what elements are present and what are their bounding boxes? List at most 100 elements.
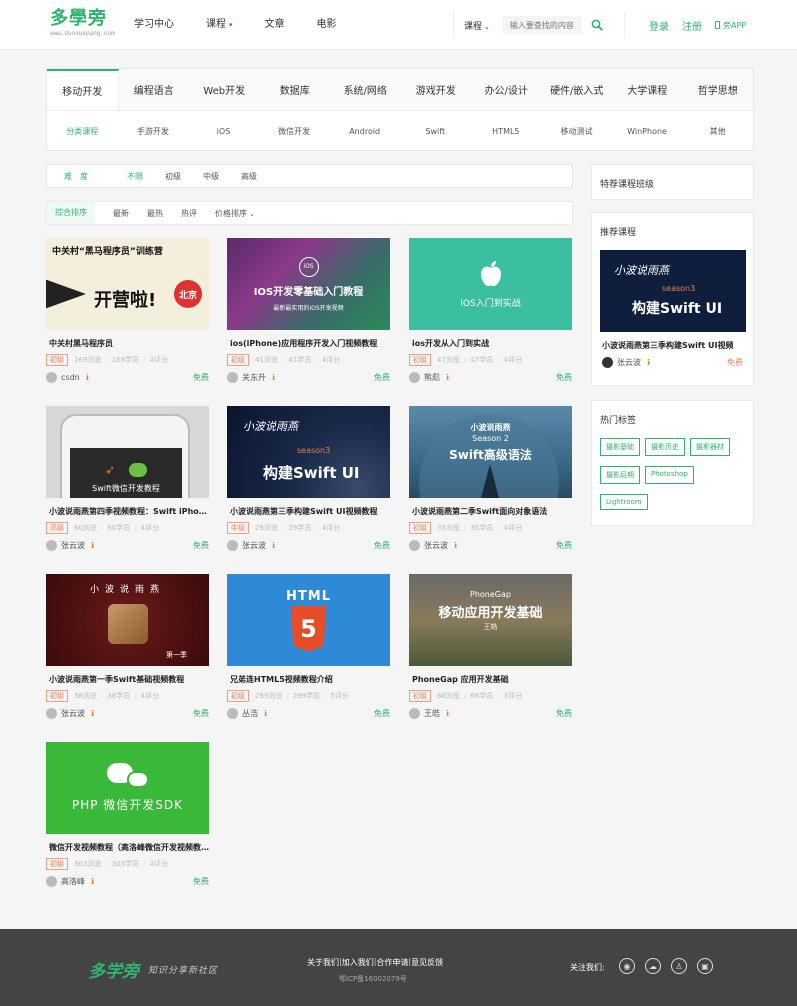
footer-link-cooperate[interactable]: 合作申请 xyxy=(376,957,408,968)
difficulty-beginner[interactable]: 初级 xyxy=(165,171,181,182)
subcategory-item[interactable]: Swift xyxy=(400,127,471,136)
avatar[interactable] xyxy=(46,372,57,383)
course-card[interactable]: iOS IOS开发零基础入门教程 最新最实用的IOS开发视频 ios(iPhon… xyxy=(227,238,390,394)
course-title[interactable]: 兄弟连HTML5视频教程介绍 xyxy=(227,674,390,685)
tab-web-dev[interactable]: Web开发 xyxy=(189,69,260,110)
app-icon[interactable]: ▣ xyxy=(697,958,713,974)
tab-hardware[interactable]: 硬件/嵌入式 xyxy=(542,69,613,110)
difficulty-advanced[interactable]: 高级 xyxy=(241,171,257,182)
tag-item[interactable]: 摄影后期 xyxy=(600,466,640,484)
tab-mobile-dev[interactable]: 移动开发 xyxy=(47,69,119,110)
avatar[interactable] xyxy=(602,357,613,368)
qq-icon[interactable]: ♙ xyxy=(671,958,687,974)
register-link[interactable]: 注册 xyxy=(682,18,702,33)
course-title[interactable]: 小波说雨燕第四季视频教程：Swift iPhone xyxy=(46,506,209,517)
course-thumbnail[interactable]: PHP 微信开发SDK xyxy=(46,742,209,834)
sort-newest[interactable]: 最新 xyxy=(113,208,129,219)
course-title[interactable]: ios开发从入门到实战 xyxy=(409,338,572,349)
author-name[interactable]: 张云波 xyxy=(61,540,85,551)
course-thumbnail[interactable]: 中关村“黑马程序员”训练营 开营啦! 北京 xyxy=(46,238,209,330)
tag-item[interactable]: Photoshop xyxy=(645,466,694,484)
course-title[interactable]: 小波说雨燕第二季Swift面向对象语法 xyxy=(409,506,572,517)
sort-price[interactable]: 价格排序 ⌄ xyxy=(215,208,255,219)
course-thumbnail[interactable]: PhoneGap 移动应用开发基础 王皓 xyxy=(409,574,572,666)
course-card[interactable]: IOS入门到实战 ios开发从入门到实战 初级 47浏览/ 47学员/ 4评分 … xyxy=(409,238,572,394)
nav-articles[interactable]: 文章 xyxy=(265,17,285,33)
weibo-icon[interactable]: ◉ xyxy=(619,958,635,974)
course-title[interactable]: ios(iPhone)应用程序开发入门视频教程 xyxy=(227,338,390,349)
footer-logo[interactable]: 多学旁 xyxy=(88,957,139,982)
author-name[interactable]: 熊彪 xyxy=(424,372,440,383)
author-name[interactable]: 丛浩 xyxy=(242,708,258,719)
site-logo[interactable]: 多學旁 www.duoxuepang.com xyxy=(50,8,115,42)
sort-top-rated[interactable]: 热评 xyxy=(181,208,197,219)
course-card[interactable]: PhoneGap 移动应用开发基础 王皓 PhoneGap 应用开发基础 初级 … xyxy=(409,574,572,730)
tab-system-network[interactable]: 系统/网络 xyxy=(330,69,401,110)
author-name[interactable]: 张云波 xyxy=(617,357,641,368)
avatar[interactable] xyxy=(409,540,420,551)
course-card[interactable]: 小波说雨燕 第一季 小波说雨燕第一季Swift基础视频教程 初级 38浏览/ 3… xyxy=(46,574,209,730)
difficulty-any[interactable]: 不限 xyxy=(127,171,143,182)
course-thumbnail[interactable]: iOS IOS开发零基础入门教程 最新最实用的IOS开发视频 xyxy=(227,238,390,330)
subcategory-item[interactable]: 微信开发 xyxy=(259,126,330,137)
nav-learning-center[interactable]: 学习中心 xyxy=(134,17,174,33)
footer-link-join[interactable]: 加入我们 xyxy=(342,957,374,968)
login-link[interactable]: 登录 xyxy=(649,18,669,33)
course-thumbnail[interactable]: 小波说雨燕 Season 2 Swift高级语法 xyxy=(409,406,572,498)
subcategory-item[interactable]: 分类课程 xyxy=(47,126,118,137)
tab-philosophy[interactable]: 哲学思想 xyxy=(683,69,754,110)
tab-university[interactable]: 大学课程 xyxy=(612,69,683,110)
course-thumbnail[interactable]: 小波说雨燕 season3 构建Swift UI xyxy=(227,406,390,498)
course-title[interactable]: 微信开发视频教程（高洛峰微信开发视频教程） xyxy=(46,842,209,853)
search-type-select[interactable]: 课程 ⌄ xyxy=(464,19,490,32)
subcategory-item[interactable]: HTML5 xyxy=(471,127,542,136)
tab-office-design[interactable]: 办公/设计 xyxy=(471,69,542,110)
subcategory-item[interactable]: 其他 xyxy=(682,126,753,137)
recommend-thumbnail[interactable]: 小波说雨燕 season3 构建Swift UI xyxy=(600,250,746,332)
course-card[interactable]: 小波说雨燕 season3 构建Swift UI 小波说雨燕第三季构建Swift… xyxy=(227,406,390,562)
author-name[interactable]: 王皓 xyxy=(424,708,440,719)
subcategory-item[interactable]: 手游开发 xyxy=(118,126,189,137)
subcategory-item[interactable]: Android xyxy=(329,127,400,136)
author-name[interactable]: 张云波 xyxy=(424,540,448,551)
tag-item[interactable]: 摄影历史 xyxy=(645,438,685,456)
avatar[interactable] xyxy=(227,540,238,551)
course-title[interactable]: 小波说雨燕第三季构建Swift UI视频教程 xyxy=(227,506,390,517)
recommend-course-title[interactable]: 小波说雨燕第三季构建Swift UI视频 xyxy=(592,332,753,351)
course-thumbnail[interactable]: 小波说雨燕 第一季 xyxy=(46,574,209,666)
author-name[interactable]: csdn xyxy=(61,373,80,382)
nav-courses[interactable]: 课程 ▾ xyxy=(206,17,233,33)
course-card[interactable]: 小波说雨燕 Season 2 Swift高级语法 小波说雨燕第二季Swift面向… xyxy=(409,406,572,562)
course-thumbnail[interactable]: ➶ Swift微信开发教程 xyxy=(46,406,209,498)
tab-game-dev[interactable]: 游戏开发 xyxy=(401,69,472,110)
course-card[interactable]: PHP 微信开发SDK 微信开发视频教程（高洛峰微信开发视频教程） 初级 303… xyxy=(46,742,209,898)
avatar[interactable] xyxy=(46,540,57,551)
app-link[interactable]: 旁APP xyxy=(715,20,746,31)
avatar[interactable] xyxy=(46,876,57,887)
avatar[interactable] xyxy=(409,708,420,719)
subcategory-item[interactable]: iOS xyxy=(188,127,259,136)
course-thumbnail[interactable]: IOS入门到实战 xyxy=(409,238,572,330)
tag-item[interactable]: Lightroom xyxy=(600,494,648,510)
footer-link-about[interactable]: 关于我们 xyxy=(307,957,339,968)
sort-hottest[interactable]: 最热 xyxy=(147,208,163,219)
tag-item[interactable]: 摄影器材 xyxy=(690,438,730,456)
wechat-icon[interactable]: ☁ xyxy=(645,958,661,974)
author-name[interactable]: 张云波 xyxy=(61,708,85,719)
difficulty-intermediate[interactable]: 中级 xyxy=(203,171,219,182)
avatar[interactable] xyxy=(227,372,238,383)
avatar[interactable] xyxy=(409,372,420,383)
search-input[interactable] xyxy=(501,16,582,34)
search-button[interactable] xyxy=(586,16,608,34)
author-name[interactable]: 张云波 xyxy=(242,540,266,551)
course-title[interactable]: 中关村黑马程序员 xyxy=(46,338,209,349)
footer-link-feedback[interactable]: 意见反馈 xyxy=(411,957,443,968)
author-name[interactable]: 高洛峰 xyxy=(61,876,85,887)
avatar[interactable] xyxy=(227,708,238,719)
tab-database[interactable]: 数据库 xyxy=(260,69,331,110)
course-title[interactable]: 小波说雨燕第一季Swift基础视频教程 xyxy=(46,674,209,685)
course-card[interactable]: ➶ Swift微信开发教程 小波说雨燕第四季视频教程：Swift iPhone … xyxy=(46,406,209,562)
nav-movies[interactable]: 电影 xyxy=(317,17,337,33)
sort-overall[interactable]: 综合排序 xyxy=(47,202,95,224)
tag-item[interactable]: 摄影基础 xyxy=(600,438,640,456)
